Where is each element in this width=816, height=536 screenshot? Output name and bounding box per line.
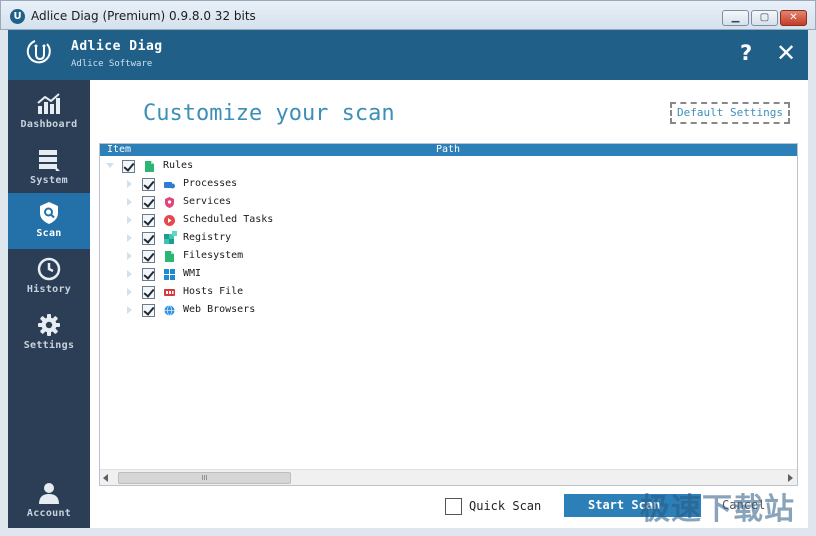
gear-icon — [38, 314, 60, 336]
hosts-file-checkbox[interactable] — [142, 286, 155, 299]
tree-row-label: Rules — [163, 160, 194, 171]
rules-tree[interactable]: Item Path Rules Processes Services Sched… — [99, 143, 798, 486]
tree-row-processes[interactable]: Processes — [100, 175, 500, 193]
horizontal-scrollbar[interactable]: III — [100, 469, 797, 485]
window-close-button[interactable]: ✕ — [780, 10, 807, 26]
expand-arrow-icon[interactable] — [127, 216, 132, 224]
tree-row-scheduled-tasks[interactable]: Scheduled Tasks — [100, 211, 500, 229]
expand-arrow-icon[interactable] — [127, 180, 132, 188]
tree-row-wmi[interactable]: WMI — [100, 265, 500, 283]
scheduled-tasks-checkbox[interactable] — [142, 214, 155, 227]
tree-row-hosts-file[interactable]: Hosts File — [100, 283, 500, 301]
sidebar-label: Scan — [36, 228, 62, 239]
tree-row-web-browsers[interactable]: Web Browsers — [100, 301, 500, 319]
expand-arrow-icon[interactable] — [127, 306, 132, 314]
expand-arrow-icon[interactable] — [127, 270, 132, 278]
tree-row-registry[interactable]: Registry — [100, 229, 500, 247]
sidebar-item-settings[interactable]: Settings — [8, 305, 90, 361]
watermark: 极速下载站 — [640, 492, 795, 527]
sidebar-label: Settings — [23, 340, 75, 351]
service-icon — [165, 197, 174, 208]
scroll-thumb[interactable]: III — [118, 472, 291, 484]
processes-checkbox[interactable] — [142, 178, 155, 191]
window-title: Adlice Diag (Premium) 0.9.8.0 32 bits — [31, 9, 256, 23]
expand-arrow-icon[interactable] — [127, 198, 132, 206]
sidebar-item-scan[interactable]: Scan — [8, 193, 90, 249]
expand-arrow-icon[interactable] — [127, 252, 132, 260]
quick-scan-checkbox[interactable] — [445, 498, 462, 515]
app-icon: U — [10, 9, 25, 24]
tree-row-label: Web Browsers — [183, 304, 256, 315]
tree-row-label: Scheduled Tasks — [183, 214, 274, 225]
page-title: Customize your scan — [143, 101, 395, 126]
tree-row-rules[interactable]: Rules — [100, 157, 500, 175]
task-icon — [164, 215, 175, 226]
app-header: Adlice Diag Adlice Software ? ✕ — [8, 30, 808, 80]
quick-scan-toggle[interactable]: Quick Scan — [445, 496, 565, 516]
main-panel: Customize your scan Default Settings Ite… — [90, 80, 808, 528]
scroll-left-arrow-icon[interactable] — [103, 474, 108, 482]
tree-row-label: Services — [183, 196, 232, 207]
shield-icon — [40, 202, 58, 224]
registry-icon — [164, 231, 177, 244]
hosts-icon — [164, 289, 175, 296]
chart-icon — [37, 93, 60, 114]
tree-row-label: Registry — [183, 232, 232, 243]
maximize-button[interactable]: ▢ — [751, 10, 778, 26]
minimize-button[interactable]: ▁ — [722, 10, 749, 26]
globe-icon — [164, 305, 175, 316]
expand-arrow-icon[interactable] — [127, 234, 132, 242]
column-header-path[interactable]: Path — [436, 144, 460, 156]
tree-row-services[interactable]: Services — [100, 193, 500, 211]
sidebar-item-account[interactable]: Account — [8, 473, 90, 529]
user-icon — [39, 483, 59, 504]
quick-scan-label: Quick Scan — [469, 499, 542, 513]
process-icon — [164, 182, 175, 189]
sidebar-label: Account — [26, 508, 72, 519]
tree-row-label: Hosts File — [183, 286, 244, 297]
sidebar: Dashboard System Scan History Settings A… — [8, 80, 90, 528]
default-settings-button[interactable]: Default Settings — [670, 102, 790, 124]
help-button[interactable]: ? — [740, 41, 752, 65]
expand-arrow-icon[interactable] — [127, 288, 132, 296]
tree-row-label: WMI — [183, 268, 202, 279]
sidebar-label: History — [26, 284, 72, 295]
sidebar-item-system[interactable]: System — [8, 140, 90, 196]
clock-icon — [37, 257, 61, 281]
registry-checkbox[interactable] — [142, 232, 155, 245]
sidebar-item-dashboard[interactable]: Dashboard — [8, 84, 90, 140]
web-browsers-checkbox[interactable] — [142, 304, 155, 317]
rules-checkbox[interactable] — [122, 160, 135, 173]
stethoscope-logo-icon — [26, 40, 51, 64]
column-header-item[interactable]: Item — [107, 144, 131, 156]
window-titlebar[interactable]: U Adlice Diag (Premium) 0.9.8.0 32 bits … — [0, 0, 816, 30]
collapse-arrow-icon[interactable] — [106, 163, 114, 168]
services-checkbox[interactable] — [142, 196, 155, 209]
wmi-checkbox[interactable] — [142, 268, 155, 281]
sidebar-label: Dashboard — [20, 119, 78, 130]
company-name: Adlice Software — [71, 59, 153, 69]
tree-row-label: Processes — [183, 178, 238, 189]
tree-row-filesystem[interactable]: Filesystem — [100, 247, 500, 265]
brand-name: Adlice Diag — [71, 39, 163, 54]
sidebar-item-history[interactable]: History — [8, 249, 90, 305]
app-close-button[interactable]: ✕ — [776, 39, 796, 67]
file-icon — [145, 161, 154, 172]
scroll-right-arrow-icon[interactable] — [788, 474, 793, 482]
server-icon — [39, 150, 60, 171]
filesystem-checkbox[interactable] — [142, 250, 155, 263]
windows-icon — [164, 269, 175, 280]
sidebar-label: System — [30, 175, 68, 186]
tree-header: Item Path — [100, 144, 797, 156]
tree-row-label: Filesystem — [183, 250, 244, 261]
file-icon — [165, 251, 174, 262]
